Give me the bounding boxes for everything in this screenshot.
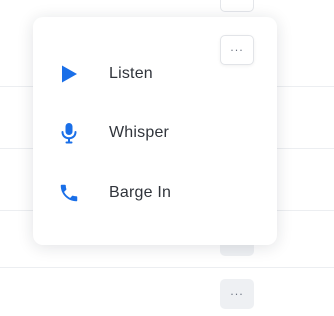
phone-icon xyxy=(57,181,81,205)
menu-item-barge-in[interactable]: Barge In xyxy=(57,175,237,211)
menu-item-label: Listen xyxy=(109,65,153,82)
row-divider xyxy=(0,267,334,268)
call-monitor-menu: ··· Listen Whisper Barge In xyxy=(33,17,277,245)
menu-item-whisper[interactable]: Whisper xyxy=(57,115,237,151)
play-icon xyxy=(57,62,81,86)
menu-item-label: Whisper xyxy=(109,124,170,141)
row-more-actions-button[interactable]: ··· xyxy=(220,279,254,309)
microphone-icon xyxy=(57,121,81,145)
more-horizontal-icon: ··· xyxy=(230,43,244,57)
row-more-actions-button[interactable] xyxy=(220,0,254,12)
menu-item-listen[interactable]: Listen xyxy=(57,56,237,92)
menu-item-label: Barge In xyxy=(109,184,172,201)
